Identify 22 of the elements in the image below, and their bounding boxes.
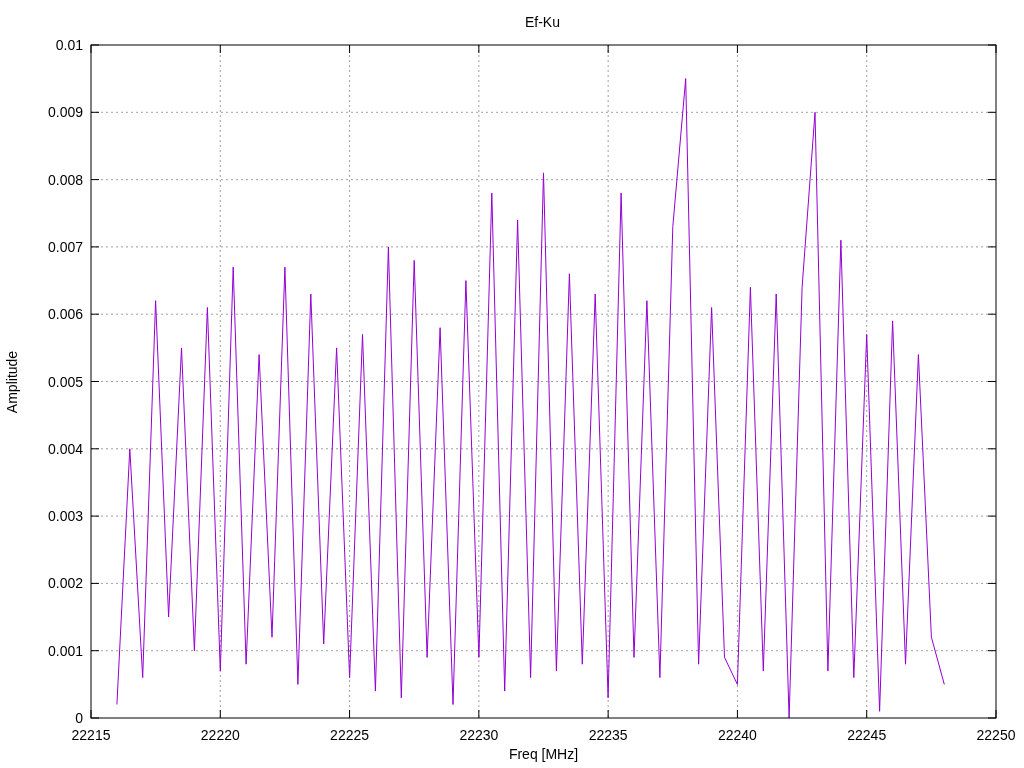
y-tick-label: 0.007 [47, 238, 83, 255]
y-tick-label: 0.008 [47, 171, 83, 188]
y-tick-label: 0.009 [47, 104, 83, 121]
y-tick-label: 0.004 [47, 440, 83, 457]
x-tick-label: 22215 [71, 727, 111, 743]
x-tick-label: 22230 [459, 727, 499, 743]
x-axis-label: Freq [MHz] [508, 746, 579, 762]
y-tick-label: 0.006 [47, 306, 83, 323]
x-tick-label: 22245 [847, 727, 887, 743]
y-tick-label: 0.001 [47, 642, 83, 659]
x-tick-label: 22235 [588, 727, 628, 743]
x-tick-label: 22240 [717, 727, 757, 743]
y-tick-label: 0.002 [47, 575, 83, 592]
x-tick-label: 22225 [330, 727, 370, 743]
x-tick-label: 22220 [200, 727, 240, 743]
y-axis-label: Amplitude [4, 350, 20, 414]
y-tick-label: 0.01 [55, 37, 83, 53]
y-tick-label: 0.003 [47, 508, 83, 525]
x-tick-label: 22250 [976, 727, 1016, 743]
y-tick-label: 0.005 [47, 373, 83, 390]
y-tick-label: 0 [75, 710, 83, 726]
chart-title: Ef-Ku [525, 14, 560, 30]
